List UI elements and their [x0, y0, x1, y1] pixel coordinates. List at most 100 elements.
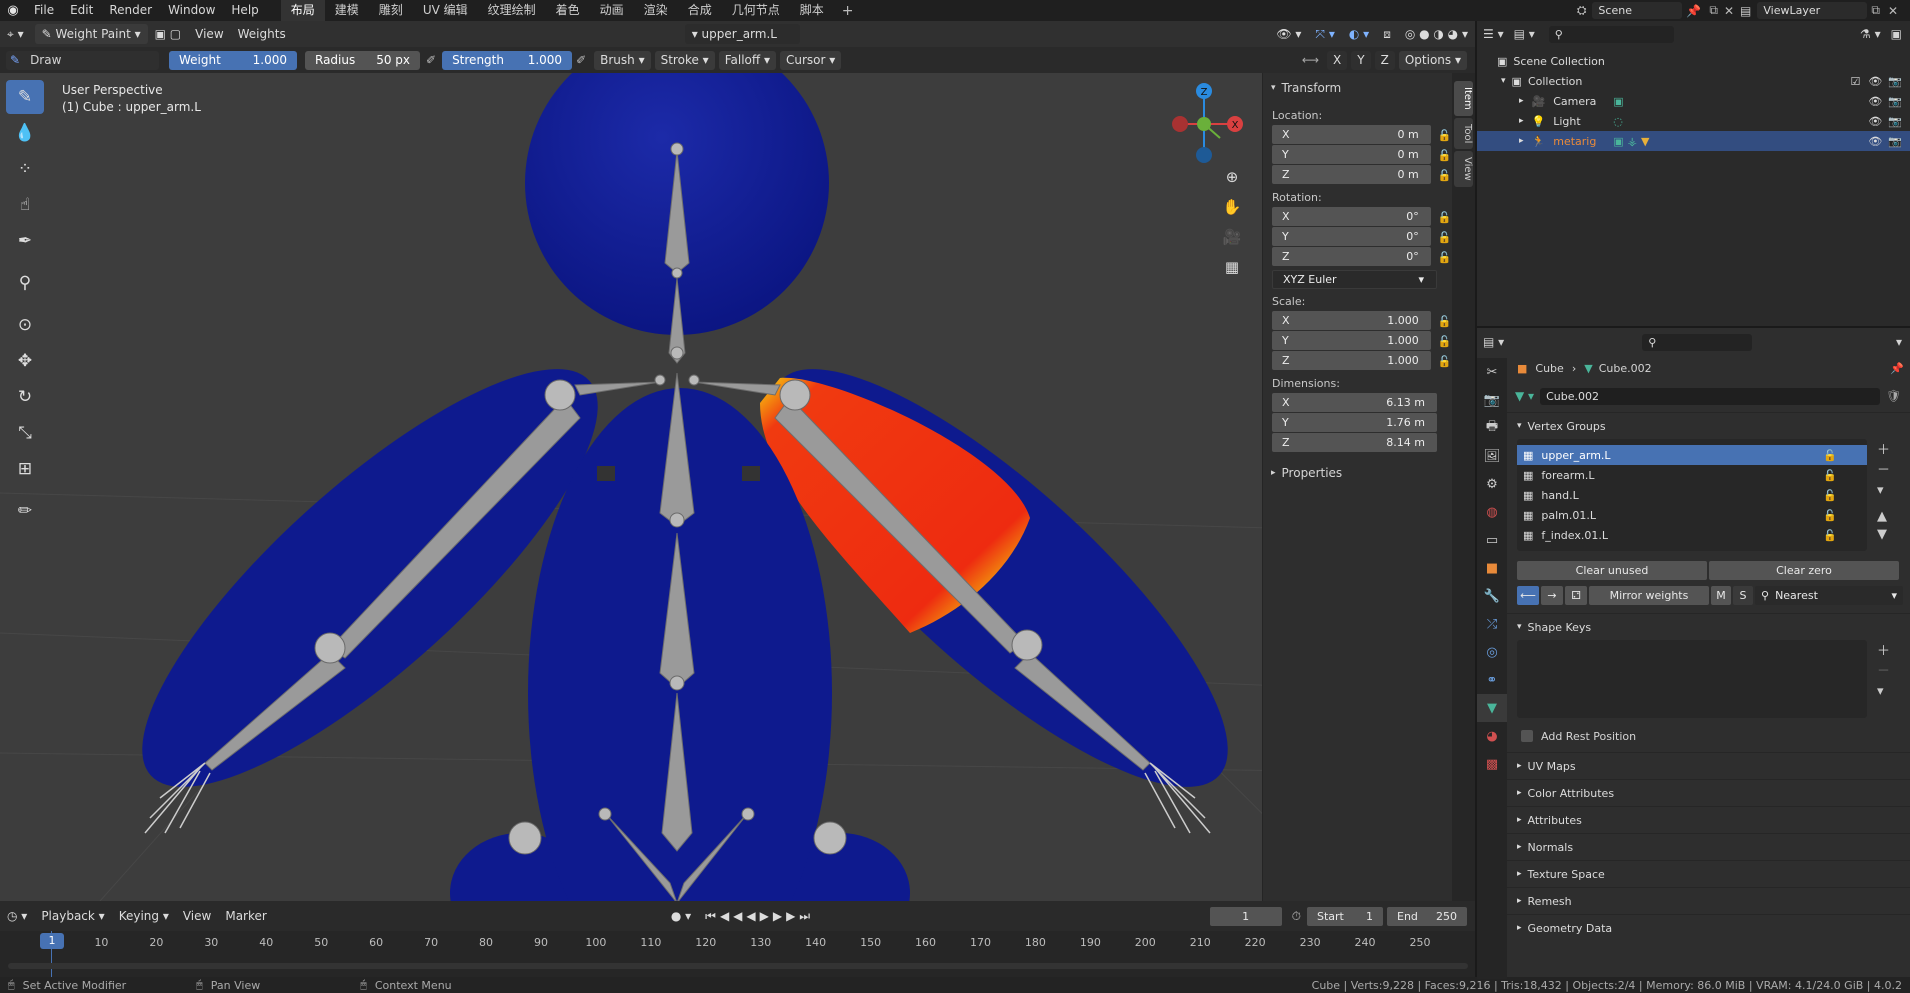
falloff-dropdown[interactable]: Falloff ▾	[718, 50, 776, 70]
draw-brush-icon[interactable]: ✎	[6, 80, 44, 114]
location-z-field[interactable]: Z 0 m	[1272, 165, 1431, 184]
xray-icon[interactable]: ⧈	[1376, 24, 1398, 44]
strength-pressure-icon[interactable]: ✐	[576, 53, 586, 67]
add-workspace-button[interactable]: +	[834, 3, 862, 19]
scene-name-field[interactable]: Scene	[1592, 2, 1683, 19]
menu-help[interactable]: Help	[223, 0, 266, 21]
lock-icon[interactable]: 🔓	[1823, 509, 1837, 522]
workspace-tab-sculpting[interactable]: 雕刻	[369, 0, 413, 21]
brush-dropdown[interactable]: Brush ▾	[594, 50, 651, 70]
view-layer-field[interactable]: ViewLayer	[1757, 2, 1868, 19]
lock-icon[interactable]: 🔓	[1437, 335, 1452, 348]
rotation-z-field[interactable]: Z 0°	[1272, 247, 1431, 266]
playhead-handle[interactable]: 1	[40, 933, 64, 949]
physics-tab-icon[interactable]: ◎	[1477, 638, 1507, 666]
shape-keys-header[interactable]: ▾ Shape Keys	[1507, 613, 1910, 640]
clear-unused-button[interactable]: Clear unused	[1517, 561, 1707, 580]
mode-selector[interactable]: ✎ Weight Paint ▾	[34, 24, 148, 44]
workspace-tab-scripting[interactable]: 脚本	[790, 0, 834, 21]
remove-shape-key-icon[interactable]: －	[1877, 660, 1897, 684]
eye-icon[interactable]: 👁	[1868, 115, 1882, 128]
constraints-tab-icon[interactable]: ⚭	[1477, 666, 1507, 694]
vertex-group-item[interactable]: ▦ upper_arm.L 🔓	[1517, 445, 1867, 465]
mask-toggle-icons[interactable]: ▣ ▢	[148, 24, 189, 44]
stroke-dropdown[interactable]: Stroke ▾	[654, 50, 715, 70]
vertex-group-item[interactable]: ▦ hand.L 🔓	[1517, 485, 1867, 505]
marker-menu[interactable]: Marker	[218, 906, 273, 926]
mirror-direction-icon[interactable]: ⟵	[1517, 586, 1539, 605]
brush-selector[interactable]: ✎ Draw	[6, 50, 159, 70]
pin-icon[interactable]: 📌	[1686, 4, 1701, 18]
move-down-icon[interactable]: ▼	[1877, 527, 1897, 545]
object-tab-icon[interactable]: ■	[1477, 554, 1507, 582]
transform-icon[interactable]: ⊞	[6, 452, 44, 486]
display-mode-icon[interactable]: ▤ ▾	[1514, 27, 1535, 41]
scene-tab-icon[interactable]: ⚙	[1477, 470, 1507, 498]
data-tab-icon[interactable]: ▼	[1477, 694, 1507, 722]
eye-icon[interactable]: 👁	[1868, 95, 1882, 108]
lock-icon[interactable]: 🔓	[1437, 211, 1452, 224]
add-rest-position-row[interactable]: Add Rest Position	[1507, 726, 1910, 746]
tab-item[interactable]: Item	[1454, 81, 1473, 116]
mesh-name-field[interactable]: Cube.002	[1540, 387, 1881, 405]
visibility-icon[interactable]: 👁 ▾	[1269, 24, 1308, 44]
lock-icon[interactable]: 🔓	[1437, 169, 1452, 182]
start-frame-field[interactable]: Start 1	[1307, 906, 1383, 926]
transform-header[interactable]: ▾ Transform	[1263, 77, 1452, 99]
add-shape-key-icon[interactable]: ＋	[1877, 640, 1897, 660]
outliner-item-light[interactable]: ▸ 💡 Light ◌ 👁 📷	[1477, 111, 1910, 131]
lock-icon[interactable]: 🔓	[1823, 489, 1837, 502]
checkbox-icon[interactable]: ☑	[1850, 75, 1860, 88]
texture-tab-icon[interactable]: ▩	[1477, 750, 1507, 778]
lock-icon[interactable]: 🔓	[1437, 251, 1452, 264]
workspace-tab-compositing[interactable]: 合成	[678, 0, 722, 21]
eye-icon[interactable]: 👁	[1868, 135, 1882, 148]
symmetry-icon[interactable]: ⟷	[1302, 53, 1319, 67]
move-up-icon[interactable]: ▲	[1877, 509, 1897, 527]
blender-logo-icon[interactable]: ◉	[0, 0, 26, 21]
scene-collection-row[interactable]: ▣ Scene Collection	[1477, 51, 1910, 71]
mesh-data-icon[interactable]: ▼ ▾	[1515, 389, 1534, 403]
playback-menu[interactable]: Playback ▾	[34, 906, 111, 926]
view-layer-tab-icon[interactable]: 🖼	[1477, 442, 1507, 470]
workspace-tab-geometry-nodes[interactable]: 几何节点	[722, 0, 790, 21]
navigation-gizmo[interactable]: Z X	[1172, 83, 1243, 163]
rotation-x-field[interactable]: X 0°	[1272, 207, 1431, 226]
material-tab-icon[interactable]: ◕	[1477, 722, 1507, 750]
camera-render-icon[interactable]: 📷	[1888, 95, 1902, 108]
lock-icon[interactable]: 🔓	[1823, 529, 1837, 542]
vertex-group-selector[interactable]: ▾ upper_arm.L	[684, 24, 800, 44]
menu-file[interactable]: File	[26, 0, 62, 21]
remesh-header[interactable]: ▸ Remesh	[1507, 887, 1910, 914]
strength-slider[interactable]: Strength 1.000	[442, 50, 573, 70]
blur-brush-icon[interactable]: 💧	[6, 116, 44, 150]
vertex-group-item[interactable]: ▦ palm.01.L 🔓	[1517, 505, 1867, 525]
render-tab-icon[interactable]: 📷	[1477, 386, 1507, 414]
scene-icon[interactable]: ⛭	[1577, 3, 1587, 18]
fake-user-icon[interactable]: 🛡	[1886, 389, 1901, 403]
collection-tab-icon[interactable]: ▭	[1477, 526, 1507, 554]
weight-slider[interactable]: Weight 1.000	[169, 50, 297, 70]
gizmo-toggle-icon[interactable]: ⤧ ▾	[1308, 24, 1341, 44]
modifier-tab-icon[interactable]: 🔧	[1477, 582, 1507, 610]
eye-icon[interactable]: 👁	[1868, 75, 1882, 88]
uv-maps-header[interactable]: ▸ UV Maps	[1507, 752, 1910, 779]
new-collection-icon[interactable]: ▣	[1891, 27, 1902, 41]
scale-y-field[interactable]: Y 1.000	[1272, 331, 1431, 350]
lock-icon[interactable]: 🔓	[1437, 355, 1452, 368]
lock-icon[interactable]: 🔓	[1823, 469, 1837, 482]
clear-zero-button[interactable]: Clear zero	[1709, 561, 1899, 580]
menu-edit[interactable]: Edit	[62, 0, 101, 21]
dimensions-x-field[interactable]: X 6.13 m	[1272, 393, 1437, 412]
checkbox-icon[interactable]	[1521, 730, 1533, 742]
workspace-tab-uv-editing[interactable]: UV 编辑	[413, 0, 478, 21]
cursor-icon[interactable]: ⊙	[6, 308, 44, 342]
normals-header[interactable]: ▸ Normals	[1507, 833, 1910, 860]
output-tab-icon[interactable]: 🖶	[1477, 414, 1507, 442]
outliner-editor-type-icon[interactable]: ☰ ▾	[1483, 27, 1504, 41]
camera-render-icon[interactable]: 📷	[1888, 135, 1902, 148]
vertex-group-item[interactable]: ▦ f_index.01.L 🔓	[1517, 525, 1867, 545]
chevron-down-icon[interactable]: ▾	[1896, 335, 1902, 349]
cursor-dropdown[interactable]: Cursor ▾	[779, 50, 842, 70]
view-menu[interactable]: View	[176, 906, 218, 926]
